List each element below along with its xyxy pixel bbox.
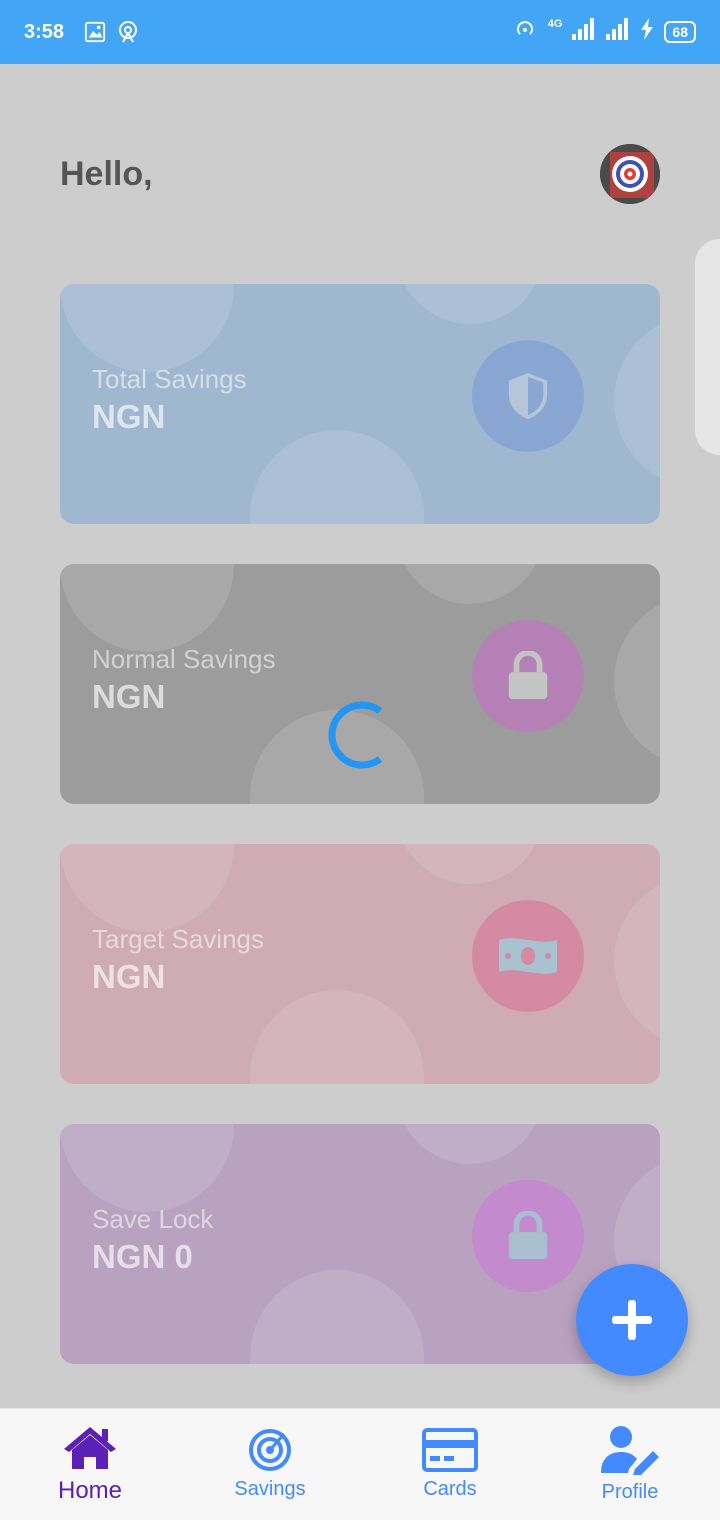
nav-label: Home <box>57 1476 123 1504</box>
status-time: 3:58 <box>24 20 65 43</box>
savings-target-icon <box>249 1429 291 1471</box>
add-button[interactable] <box>576 1264 688 1376</box>
nav-label: Profile <box>601 1481 659 1503</box>
nav-home[interactable]: Home <box>0 1409 180 1520</box>
image-icon <box>84 21 106 43</box>
charging-icon <box>640 18 654 46</box>
signal-icon <box>572 18 596 46</box>
credit-card-icon <box>422 1428 478 1472</box>
money-icon <box>472 900 584 1012</box>
card-label: Target Savings <box>92 924 264 954</box>
network-type: 4G <box>547 18 563 30</box>
lock-icon <box>472 620 584 732</box>
header: Hello, <box>60 140 660 208</box>
battery-level: 68 <box>664 21 696 43</box>
card-label: Total Savings <box>92 364 247 394</box>
lock-icon <box>472 1180 584 1292</box>
loading-spinner <box>320 696 398 774</box>
nav-profile[interactable]: Profile <box>540 1409 720 1520</box>
nav-savings[interactable]: Savings <box>180 1409 360 1520</box>
card-amount: NGN <box>92 398 166 435</box>
card-label: Save Lock <box>92 1204 214 1234</box>
card-label: Normal Savings <box>92 644 276 674</box>
side-drawer-handle[interactable] <box>694 238 720 456</box>
card-amount: NGN <box>92 958 166 995</box>
nav-cards[interactable]: Cards <box>360 1409 540 1520</box>
target-savings-card[interactable]: Target Savings NGN <box>60 844 660 1084</box>
avatar[interactable] <box>600 144 660 204</box>
plus-icon <box>612 1300 652 1340</box>
save-lock-card[interactable]: Save Lock NGN 0 <box>60 1124 660 1364</box>
bottom-nav: Home Savings Cards Profile <box>0 1408 720 1520</box>
nav-label: Cards <box>423 1478 477 1500</box>
card-amount: NGN <box>92 678 166 715</box>
target-avatar-icon <box>600 144 660 204</box>
shield-icon <box>472 340 584 452</box>
status-bar: 3:58 4G 68 <box>0 0 720 64</box>
greeting: Hello, <box>60 154 153 193</box>
user-edit-icon <box>601 1426 659 1475</box>
home-icon <box>64 1426 116 1469</box>
nav-label: Savings <box>234 1478 306 1500</box>
hotspot-icon <box>116 20 140 44</box>
card-amount: NGN 0 <box>92 1238 193 1275</box>
total-savings-card[interactable]: Total Savings NGN <box>60 284 660 524</box>
signal-icon-2 <box>606 18 630 46</box>
wifi-hotspot-icon <box>512 17 538 47</box>
